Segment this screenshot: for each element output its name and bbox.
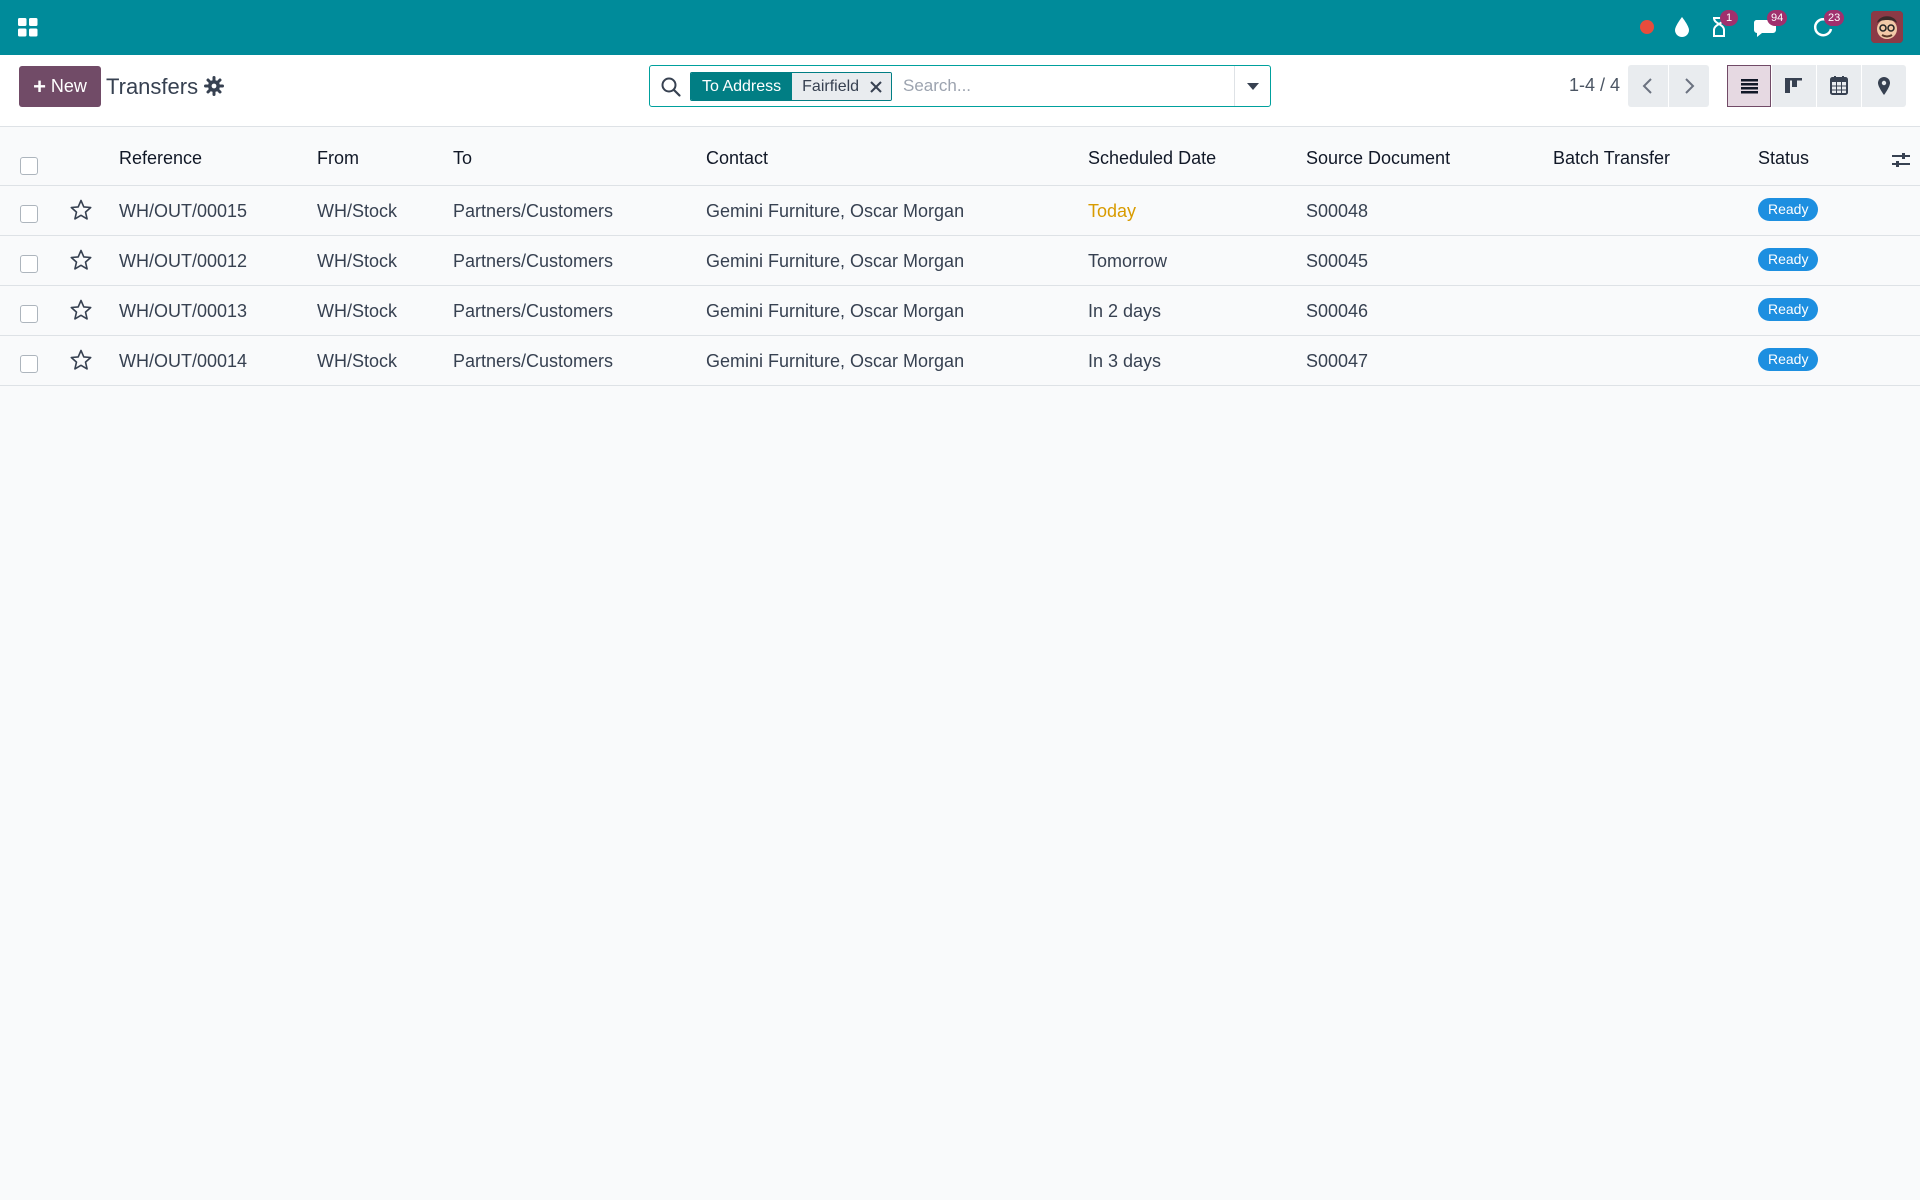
status-badge: Ready [1758,348,1819,371]
list-view-button[interactable] [1727,65,1771,107]
map-view-button[interactable] [1862,65,1906,107]
status-badge: Ready [1758,198,1819,221]
list-icon [1741,79,1758,94]
cell-source-document: S00047 [1306,351,1369,371]
row-checkbox[interactable] [20,205,38,223]
followup-refresh-icon[interactable]: 23 [1808,10,1845,42]
cell-contact: Gemini Furniture, Oscar Morgan [706,301,965,321]
table-row[interactable]: WH/OUT/00015 WH/Stock Partners/Customers… [0,186,1920,236]
gear-icon[interactable] [204,76,224,96]
cell-from: WH/Stock [317,351,398,371]
cell-to: Partners/Customers [453,351,614,371]
column-batch-transfer[interactable]: Batch Transfer [1553,148,1670,169]
cell-contact: Gemini Furniture, Oscar Morgan [706,251,965,271]
cell-source-document: S00048 [1306,201,1369,221]
close-icon[interactable] [869,80,883,94]
top-navbar: 1 94 23 [0,0,1920,55]
search-options-toggle[interactable] [1234,66,1270,106]
chevron-right-icon [1685,78,1695,94]
row-checkbox[interactable] [20,355,38,373]
messages-badge: 94 [1767,10,1788,26]
table-row[interactable]: WH/OUT/00012 WH/Stock Partners/Customers… [0,236,1920,286]
new-button[interactable]: + New [19,66,101,107]
recording-dot-icon[interactable] [1632,12,1662,42]
map-pin-icon [1878,77,1890,95]
cell-contact: Gemini Furniture, Oscar Morgan [706,351,965,371]
page-title: Transfers [106,74,199,99]
pager-value[interactable]: 1-4 / 4 [1569,75,1620,96]
plus-icon: + [33,73,46,99]
column-reference[interactable]: Reference [119,148,202,169]
facet-value-wrapper: Fairfield [792,73,892,100]
pager-next-button[interactable] [1669,65,1709,107]
new-button-label: New [50,76,87,96]
table-row[interactable]: WH/OUT/00014 WH/Stock Partners/Customers… [0,336,1920,386]
cell-from: WH/Stock [317,201,398,221]
column-contact[interactable]: Contact [706,148,768,169]
select-all-checkbox[interactable] [20,157,38,175]
kanban-icon [1785,78,1802,93]
pager-previous-button[interactable] [1628,65,1668,107]
activity-badge: 1 [1720,10,1738,26]
star-icon[interactable] [69,198,93,222]
cell-contact: Gemini Furniture, Oscar Morgan [706,201,965,221]
facet-label: To Address [691,73,793,100]
row-checkbox[interactable] [20,255,38,273]
optional-columns-sliders-icon[interactable] [1891,151,1911,169]
cell-source-document: S00046 [1306,301,1369,321]
table-row[interactable]: WH/OUT/00013 WH/Stock Partners/Customers… [0,286,1920,336]
user-avatar[interactable] [1871,11,1903,43]
cell-reference: WH/OUT/00012 [119,251,248,271]
calendar-view-button[interactable] [1817,65,1861,107]
cell-reference: WH/OUT/00014 [119,351,248,371]
status-badge: Ready [1758,248,1819,271]
cell-reference: WH/OUT/00013 [119,301,248,321]
facet-value: Fairfield [802,78,860,95]
drop-icon[interactable] [1667,12,1697,42]
cell-to: Partners/Customers [453,301,614,321]
apps-grid-icon[interactable] [17,16,39,38]
activity-hourglass-icon[interactable]: 1 [1704,10,1738,42]
cell-scheduled-date: Today [1088,201,1137,221]
row-checkbox[interactable] [20,305,38,323]
column-scheduled-date[interactable]: Scheduled Date [1088,148,1216,169]
search-input[interactable] [903,72,1233,100]
cell-to: Partners/Customers [453,251,614,271]
column-source-document[interactable]: Source Document [1306,148,1450,169]
kanban-view-button[interactable] [1772,65,1816,107]
search-bar: To Address Fairfield [649,65,1271,107]
transfers-list: Reference From To Contact Scheduled Date… [0,127,1920,386]
cell-from: WH/Stock [317,301,398,321]
cell-scheduled-date: Tomorrow [1088,251,1168,271]
search-facet: To Address Fairfield [690,72,893,101]
search-icon[interactable] [660,76,682,98]
list-header: Reference From To Contact Scheduled Date… [0,127,1920,186]
column-from[interactable]: From [317,148,359,169]
messages-chat-icon[interactable]: 94 [1751,10,1788,42]
star-icon[interactable] [69,298,93,322]
cell-to: Partners/Customers [453,201,614,221]
cell-scheduled-date: In 2 days [1088,301,1162,321]
calendar-icon [1830,76,1848,95]
control-panel: + New Transfers To Address Fairfield Sea… [0,55,1920,127]
followups-badge: 23 [1824,10,1845,26]
cell-from: WH/Stock [317,251,398,271]
cell-reference: WH/OUT/00015 [119,201,248,221]
column-to[interactable]: To [453,148,472,169]
column-status[interactable]: Status [1758,148,1809,169]
status-badge: Ready [1758,298,1819,321]
star-icon[interactable] [69,248,93,272]
chevron-left-icon [1642,78,1652,94]
cell-scheduled-date: In 3 days [1088,351,1162,371]
star-icon[interactable] [69,348,93,372]
cell-source-document: S00045 [1306,251,1369,271]
